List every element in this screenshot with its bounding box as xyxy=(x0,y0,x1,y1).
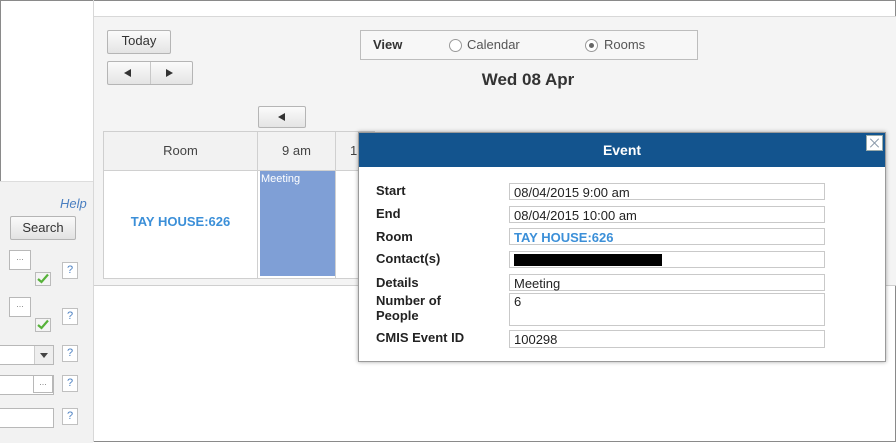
next-day-button[interactable] xyxy=(150,62,192,84)
event-dialog: Event Start 08/04/2015 9:00 am End 08/04… xyxy=(358,132,886,362)
close-icon[interactable] xyxy=(866,135,883,151)
filter-text-input[interactable] xyxy=(0,408,54,428)
details-value: Meeting xyxy=(509,274,825,291)
help-link[interactable]: Help xyxy=(60,196,87,211)
scroll-time-left-button[interactable] xyxy=(258,106,306,128)
today-button[interactable]: Today xyxy=(107,30,171,54)
help-icon-1[interactable]: ? xyxy=(62,262,78,279)
checkbox-2[interactable] xyxy=(35,318,51,332)
end-value: 08/04/2015 10:00 am xyxy=(509,206,825,223)
help-icon-3[interactable]: ? xyxy=(62,345,78,362)
event-block-label: Meeting xyxy=(261,173,301,185)
dialog-title: Event xyxy=(359,133,885,167)
redaction-bar xyxy=(514,254,662,266)
column-header-9am: 9 am xyxy=(258,132,336,171)
grid-line xyxy=(335,171,336,278)
cmis-event-id-label: CMIS Event ID xyxy=(376,330,465,345)
picker-button-1[interactable]: ... xyxy=(9,250,31,270)
picker-button-3[interactable]: ... xyxy=(33,375,53,393)
filter-select[interactable] xyxy=(0,345,54,365)
calendar-radio-label[interactable]: Calendar xyxy=(467,37,520,52)
rooms-radio-label[interactable]: Rooms xyxy=(604,37,645,52)
arrow-left-icon xyxy=(124,69,131,77)
contacts-value xyxy=(509,251,825,268)
room-label: Room xyxy=(376,229,413,244)
start-value: 08/04/2015 9:00 am xyxy=(509,183,825,200)
start-label: Start xyxy=(376,183,406,198)
help-icon-2[interactable]: ? xyxy=(62,308,78,325)
arrow-left-icon xyxy=(278,113,285,121)
room-name-link[interactable]: TAY HOUSE:626 xyxy=(104,214,257,229)
room-grid: Room 9 am 1 TAY HOUSE:626 Meeting xyxy=(103,131,375,279)
rooms-radio[interactable] xyxy=(585,39,598,52)
search-button[interactable]: Search xyxy=(10,216,76,240)
arrow-right-icon xyxy=(166,69,173,77)
check-icon xyxy=(37,319,49,330)
people-value: 6 xyxy=(509,293,825,326)
end-label: End xyxy=(376,206,401,221)
people-label-line2: People xyxy=(376,308,419,323)
cmis-event-id-value: 100298 xyxy=(509,330,825,348)
column-header-room: Room xyxy=(104,132,258,171)
chevron-down-icon xyxy=(34,346,53,364)
event-block[interactable]: Meeting xyxy=(260,171,335,276)
help-icon-4[interactable]: ? xyxy=(62,375,78,392)
help-icon-5[interactable]: ? xyxy=(62,408,78,425)
left-panel-top xyxy=(1,1,93,181)
checkbox-1[interactable] xyxy=(35,272,51,286)
picker-button-2[interactable]: ... xyxy=(9,297,31,317)
room-value-link[interactable]: TAY HOUSE:626 xyxy=(509,228,825,245)
check-icon xyxy=(37,273,49,284)
view-label: View xyxy=(373,37,403,52)
date-title: Wed 08 Apr xyxy=(481,70,575,89)
contacts-label: Contact(s) xyxy=(376,251,441,266)
details-label: Details xyxy=(376,275,419,290)
view-selector: View Calendar Rooms xyxy=(360,30,698,60)
prev-day-button[interactable] xyxy=(108,62,151,84)
people-label-line1: Number of xyxy=(376,293,441,308)
date-nav xyxy=(107,61,193,85)
calendar-radio[interactable] xyxy=(449,39,462,52)
grid-line xyxy=(257,171,258,278)
